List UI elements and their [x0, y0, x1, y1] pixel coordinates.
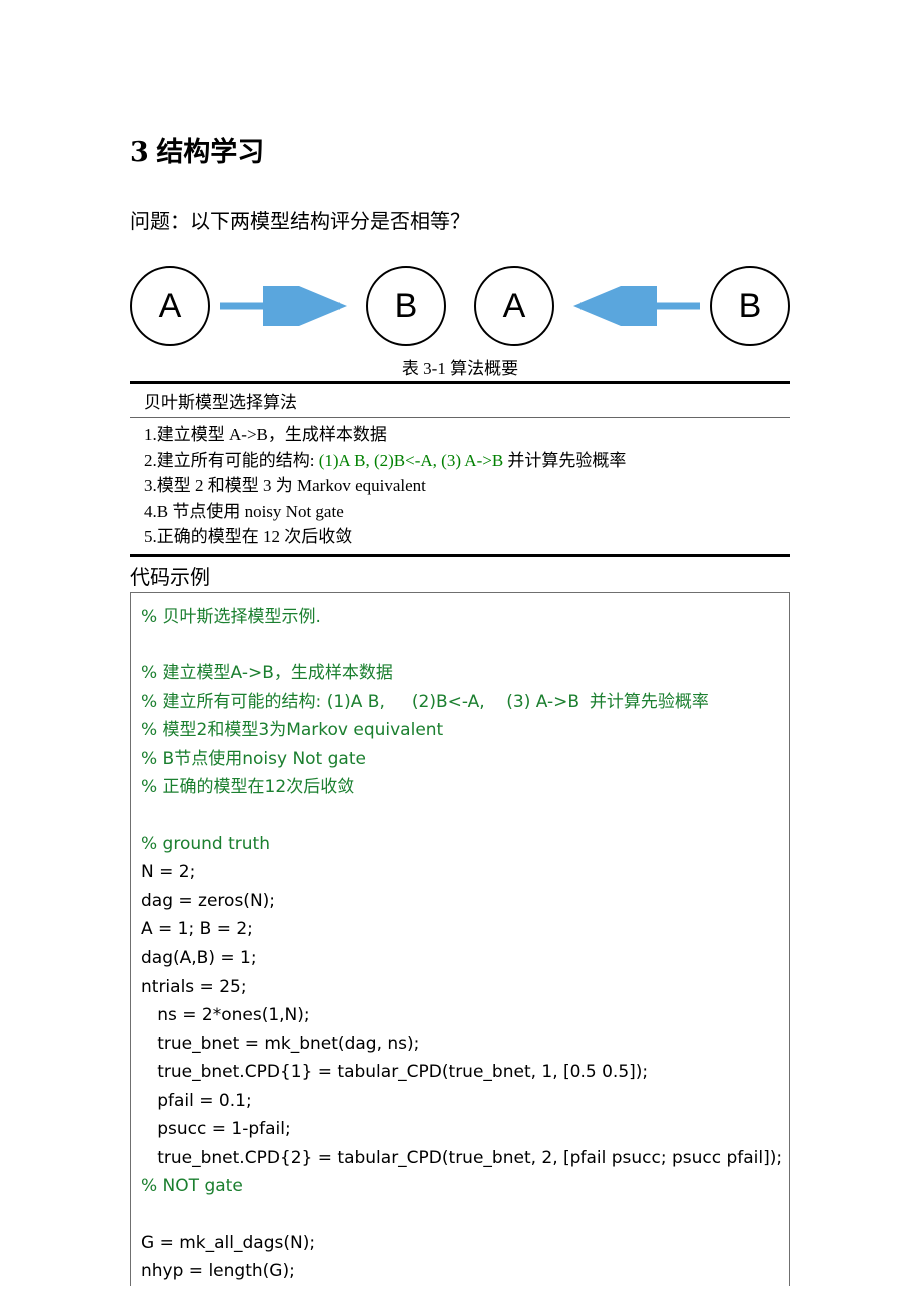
- section-number: 3: [130, 137, 149, 168]
- code-line: % 贝叶斯选择模型示例.: [141, 603, 779, 632]
- code-blank-line: [141, 1201, 779, 1229]
- code-line: N = 2;: [141, 858, 779, 887]
- section-title-text: 结构学习: [156, 137, 264, 167]
- model-diagram: A B A B: [130, 266, 790, 346]
- algorithm-header: 贝叶斯模型选择算法: [130, 384, 790, 418]
- code-line: % 正确的模型在12次后收敛: [141, 773, 779, 802]
- node-a-1: A: [130, 266, 210, 346]
- algorithm-line: 4.B 节点使用 noisy Not gate: [144, 499, 776, 525]
- node-b-2: B: [710, 266, 790, 346]
- code-line: % 建立所有可能的结构: (1)A B, (2)B<-A, (3) A->B 并…: [141, 688, 779, 717]
- algorithm-line: 5.正确的模型在 12 次后收敛: [144, 524, 776, 550]
- code-title: 代码示例: [130, 561, 790, 590]
- code-line: true_bnet = mk_bnet(dag, ns);: [141, 1030, 779, 1059]
- table-caption: 表 3-1 算法概要: [130, 354, 790, 379]
- code-line: % ground truth: [141, 830, 779, 859]
- code-line: dag(A,B) = 1;: [141, 944, 779, 973]
- node-a-2: A: [474, 266, 554, 346]
- arrow-left-icon: [554, 268, 710, 344]
- arrow-right-icon: [210, 268, 366, 344]
- node-b-1: B: [366, 266, 446, 346]
- code-line: dag = zeros(N);: [141, 887, 779, 916]
- code-line: % 模型2和模型3为Markov equivalent: [141, 716, 779, 745]
- code-line: true_bnet.CPD{2} = tabular_CPD(true_bnet…: [141, 1144, 779, 1173]
- question-text: 问题：以下两模型结构评分是否相等？: [130, 205, 790, 234]
- code-line: ntrials = 25;: [141, 973, 779, 1002]
- algorithm-line: 3.模型 2 和模型 3 为 Markov equivalent: [144, 473, 776, 499]
- code-line: A = 1; B = 2;: [141, 915, 779, 944]
- code-block: % 贝叶斯选择模型示例. % 建立模型A->B，生成样本数据% 建立所有可能的结构…: [130, 592, 790, 1286]
- section-heading: 3 结构学习: [130, 130, 790, 169]
- code-line: nhyp = length(G);: [141, 1257, 779, 1286]
- code-line: G = mk_all_dags(N);: [141, 1229, 779, 1258]
- code-line: true_bnet.CPD{1} = tabular_CPD(true_bnet…: [141, 1058, 779, 1087]
- code-line: % NOT gate: [141, 1172, 779, 1201]
- code-line: % 建立模型A->B，生成样本数据: [141, 659, 779, 688]
- code-blank-line: [141, 802, 779, 830]
- code-blank-line: [141, 631, 779, 659]
- code-line: pfail = 0.1;: [141, 1087, 779, 1116]
- code-line: psucc = 1-pfail;: [141, 1115, 779, 1144]
- algorithm-body: 1.建立模型 A->B，生成样本数据2.建立所有可能的结构: (1)A B, (…: [130, 418, 790, 554]
- code-line: % B节点使用noisy Not gate: [141, 745, 779, 774]
- algorithm-line: 2.建立所有可能的结构: (1)A B, (2)B<-A, (3) A->B 并…: [144, 448, 776, 474]
- document-page: 3 结构学习 问题：以下两模型结构评分是否相等？ A B A: [0, 0, 920, 1286]
- algorithm-table: 贝叶斯模型选择算法 1.建立模型 A->B，生成样本数据2.建立所有可能的结构:…: [130, 381, 790, 557]
- code-line: ns = 2*ones(1,N);: [141, 1001, 779, 1030]
- algorithm-line: 1.建立模型 A->B，生成样本数据: [144, 422, 776, 448]
